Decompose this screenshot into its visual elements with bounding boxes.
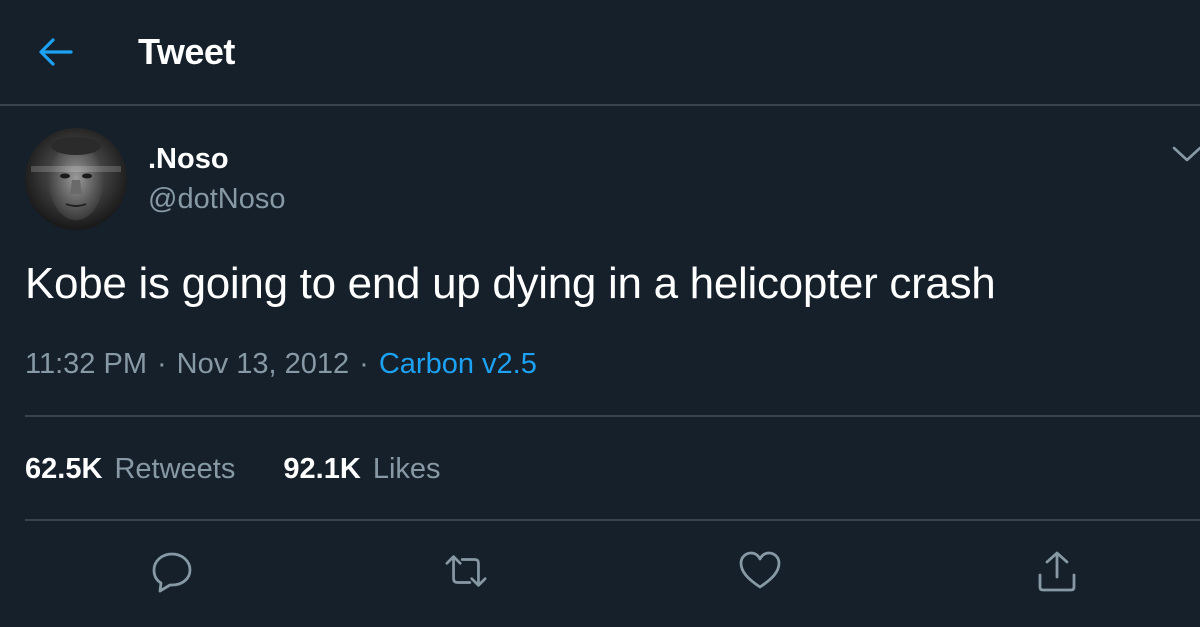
- more-options-button[interactable]: [1170, 138, 1200, 172]
- tweet-source-link[interactable]: Carbon v2.5: [379, 348, 537, 380]
- top-bar: Tweet: [0, 0, 1200, 106]
- avatar-photo: [25, 128, 127, 230]
- display-name[interactable]: .Noso: [148, 141, 229, 177]
- share-icon: [1038, 551, 1076, 592]
- reply-icon: [152, 552, 192, 593]
- share-button[interactable]: [1034, 548, 1080, 594]
- likes-label: Likes: [372, 453, 441, 485]
- chevron-down-icon: [1172, 146, 1200, 162]
- user-handle[interactable]: @dotNoso: [148, 181, 285, 217]
- meta-separator: ·: [359, 348, 369, 380]
- tweet-date[interactable]: Nov 13, 2012: [177, 348, 350, 380]
- meta-separator: ·: [156, 348, 167, 380]
- tweet-text: Kobe is going to end up dying in a helic…: [25, 259, 996, 308]
- tweet-time[interactable]: 11:32 PM: [25, 348, 147, 380]
- arrow-left-icon: [39, 38, 73, 66]
- like-button[interactable]: [737, 548, 783, 594]
- page-title: Tweet: [138, 31, 235, 72]
- tweet-page: Tweet .Noso @dotNoso Kobe is going to en…: [0, 0, 1200, 627]
- reply-button[interactable]: [149, 548, 195, 594]
- retweets-label: Retweets: [114, 453, 236, 485]
- divider: [25, 519, 1200, 521]
- divider: [25, 415, 1200, 417]
- heart-icon: [739, 551, 781, 589]
- retweets-count: 62.5K: [25, 453, 103, 485]
- avatar[interactable]: [25, 128, 127, 230]
- retweet-button[interactable]: [443, 548, 489, 594]
- tweet-meta: 11:32 PM · Nov 13, 2012 · Carbon v2.5: [25, 344, 537, 384]
- retweets-stat[interactable]: 62.5K Retweets: [25, 449, 235, 489]
- retweet-icon: [445, 555, 487, 587]
- likes-stat[interactable]: 92.1K Likes: [283, 449, 440, 489]
- likes-count: 92.1K: [283, 453, 361, 485]
- back-button[interactable]: [36, 32, 76, 72]
- tweet-stats: 62.5K Retweets 92.1K Likes: [25, 449, 481, 489]
